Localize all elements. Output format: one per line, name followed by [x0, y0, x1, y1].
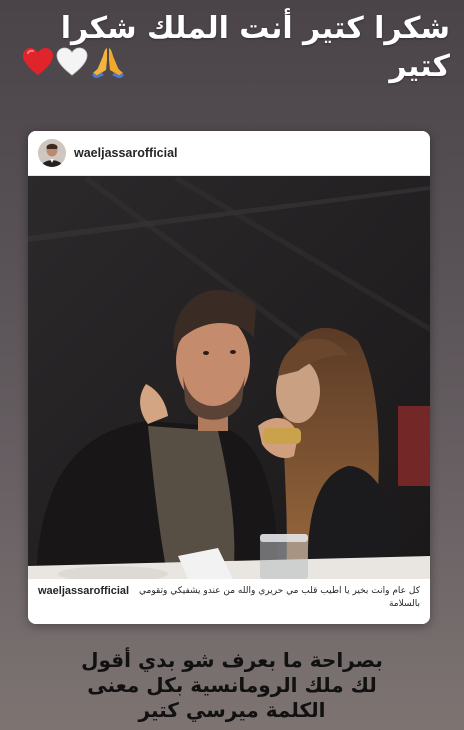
- folded-hands-icon: [90, 46, 126, 78]
- bottom-caption-line-2: لك ملك الرومانسية بكل معنى: [87, 673, 377, 697]
- bottom-caption-line-3: الكلمة ميرسي كتير: [138, 698, 326, 722]
- story-screen: شكرا كتير أنت الملك شكرا كتير waeljassar…: [0, 0, 464, 730]
- emoji-row: [22, 46, 126, 78]
- bottom-caption-line-1: بصراحة ما بعرف شو بدي أقول: [81, 648, 383, 672]
- post-caption: waeljassarofficial كل عام وانت بخير يا ا…: [28, 579, 430, 624]
- white-heart-icon: [56, 47, 88, 77]
- instagram-post-card[interactable]: waeljassarofficial waeljassarofficial كل…: [28, 131, 430, 624]
- post-photo: [28, 176, 430, 579]
- red-heart-icon: [22, 47, 54, 77]
- post-header: waeljassarofficial: [28, 131, 430, 176]
- story-bottom-caption: بصراحة ما بعرف شو بدي أقول لك ملك الروما…: [20, 648, 444, 723]
- avatar[interactable]: [38, 139, 66, 167]
- post-username[interactable]: waeljassarofficial: [74, 146, 178, 160]
- caption-username[interactable]: waeljassarofficial: [38, 585, 129, 598]
